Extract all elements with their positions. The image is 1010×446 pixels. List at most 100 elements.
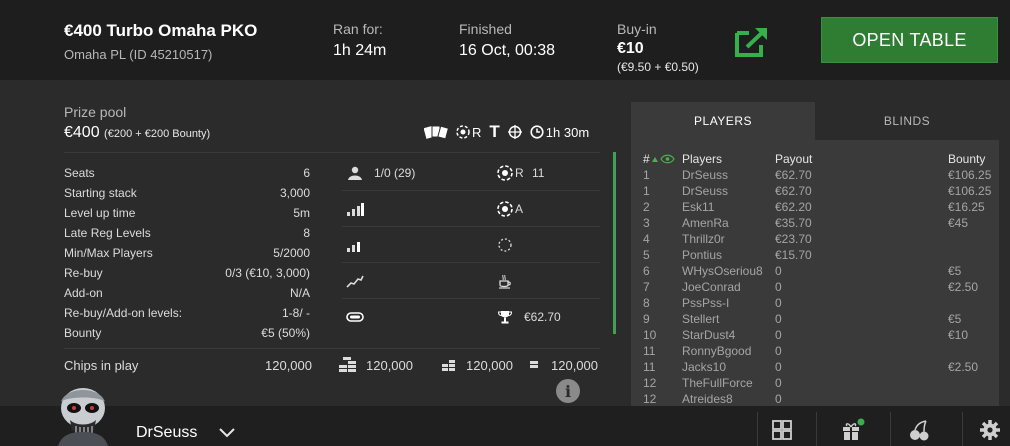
row-payout: 0 [775, 376, 782, 390]
table-row[interactable]: 11 RonnyBgood 0 [631, 344, 999, 360]
ran-for-value: 1h 24m [333, 42, 387, 59]
table-row[interactable]: 1 DrSeuss €62.70 €106.25 [631, 168, 999, 184]
table-row[interactable]: 10 StarDust4 0 €10 [631, 328, 999, 344]
rebuy-count-letter: R [515, 166, 524, 180]
players-header[interactable]: Players [682, 152, 722, 166]
table-row[interactable]: 9 Stellert 0 €5 [631, 312, 999, 328]
row-rank: 6 [643, 264, 650, 278]
table-row[interactable]: 3 AmenRa €35.70 €45 [631, 216, 999, 232]
table-header: # Players Payout Bounty [631, 152, 999, 168]
row-bounty: €2.50 [948, 360, 979, 374]
row-player: StarDust4 [682, 328, 736, 342]
cherries-icon[interactable] [908, 418, 932, 442]
chevron-down-icon[interactable] [218, 426, 236, 444]
rebuy-count: 11 [532, 166, 545, 180]
row-payout: €15.70 [775, 248, 812, 262]
gear-icon[interactable] [978, 418, 1002, 442]
clock-icon [530, 125, 544, 139]
row-payout: €62.20 [775, 200, 812, 214]
row-rank: 12 [643, 392, 657, 406]
finished-label: Finished [459, 21, 512, 37]
row-payout: €62.70 [775, 168, 812, 182]
setting-label: Min/Max Players [64, 246, 153, 260]
row-bounty: €5 [948, 264, 962, 278]
row-player: DrSeuss [682, 168, 729, 182]
row-rank: 1 [643, 168, 650, 182]
setting-row: Re-buy/Add-on levels: 1-8/ - [64, 306, 310, 320]
table-row[interactable]: 12 Atreides8 0 [631, 392, 999, 406]
divider [962, 412, 963, 446]
divider [342, 262, 600, 263]
table-row[interactable]: 2 Esk11 €62.20 €16.25 [631, 200, 999, 216]
row-rank: 7 [643, 280, 650, 294]
row-payout: €35.70 [775, 216, 812, 230]
row-bounty: €106.25 [948, 168, 992, 182]
sort-eye-icon[interactable] [651, 153, 677, 167]
setting-row: Level up time 5m [64, 206, 310, 220]
row-player: Esk11 [682, 200, 715, 214]
row-player: Jacks10 [682, 360, 727, 374]
dashed-circle-icon [496, 236, 514, 254]
row-payout: 0 [775, 392, 782, 406]
table-row[interactable]: 4 Thrillz0r €23.70 [631, 232, 999, 248]
players-count: 1/0 (29) [374, 166, 416, 180]
chip-icon [496, 164, 514, 182]
divider [816, 412, 817, 446]
gift-icon[interactable] [840, 418, 865, 442]
prize-pool-amount: €400 [64, 124, 100, 141]
row-bounty: €45 [948, 216, 969, 230]
row-player: Atreides8 [682, 392, 733, 406]
table-row[interactable]: 5 Pontius €15.70 [631, 248, 999, 264]
table-row[interactable]: 8 PssPss-I 0 [631, 296, 999, 312]
row-payout: 0 [775, 328, 782, 342]
setting-row: Re-buy 0/3 (€10, 3,000) [64, 266, 310, 280]
tab-blinds[interactable]: BLINDS [815, 102, 999, 140]
players-panel: PLAYERS BLINDS # Players Payout Bounty 1… [631, 102, 999, 406]
stairs-icon [346, 272, 364, 290]
bounty-header[interactable]: Bounty [948, 152, 985, 166]
table-row[interactable]: 6 WHysOseriou8 0 €5 [631, 264, 999, 280]
setting-value: 5m [293, 206, 310, 220]
prize-pool-value: €400 (€200 + €200 Bounty) [64, 124, 210, 142]
row-bounty: €10 [948, 328, 969, 342]
info-icon[interactable]: i [556, 379, 580, 403]
row-payout: 0 [775, 296, 782, 310]
setting-value: 3,000 [279, 186, 310, 200]
setting-value: 6 [303, 166, 310, 180]
table-row[interactable]: 11 Jacks10 0 €2.50 [631, 360, 999, 376]
username[interactable]: DrSeuss [136, 424, 197, 442]
row-player: Stellert [682, 312, 720, 326]
chip-stack-large-icon [338, 355, 358, 373]
table-row[interactable]: 12 TheFullForce 0 [631, 376, 999, 392]
setting-label: Seats [64, 166, 95, 180]
buyin-breakdown: (€9.50 + €0.50) [617, 60, 699, 74]
row-rank: 2 [643, 200, 650, 214]
prize-won: €62.70 [524, 310, 561, 324]
setting-label: Starting stack [64, 186, 137, 200]
setting-row: Starting stack 3,000 [64, 186, 310, 200]
tab-players[interactable]: PLAYERS [631, 102, 815, 140]
payout-header[interactable]: Payout [775, 152, 812, 166]
row-player: Pontius [682, 248, 723, 262]
setting-row: Late Reg Levels 8 [64, 226, 310, 240]
table-row[interactable]: 7 JoeConrad 0 €2.50 [631, 280, 999, 296]
open-table-button[interactable]: OPEN TABLE [821, 17, 998, 63]
row-bounty: €5 [948, 312, 962, 326]
row-payout: €62.70 [775, 184, 812, 198]
divider [890, 412, 891, 446]
external-link-icon[interactable] [733, 25, 771, 59]
table-row[interactable]: 1 DrSeuss €62.70 €106.25 [631, 184, 999, 200]
chip-icon [456, 125, 470, 139]
divider [342, 190, 600, 191]
lobby-grid-icon[interactable] [770, 418, 794, 442]
duration-badge: 1h 30m [530, 125, 589, 140]
players-icon [346, 164, 364, 182]
row-bounty: €16.25 [948, 200, 985, 214]
scroll-indicator [613, 152, 616, 334]
setting-label: Bounty [64, 326, 102, 340]
avatar[interactable] [52, 382, 114, 446]
rank-header[interactable]: # [643, 152, 650, 166]
tournament-title: €400 Turbo Omaha PKO [64, 21, 258, 40]
trophy-icon [496, 308, 514, 326]
divider [342, 298, 600, 299]
